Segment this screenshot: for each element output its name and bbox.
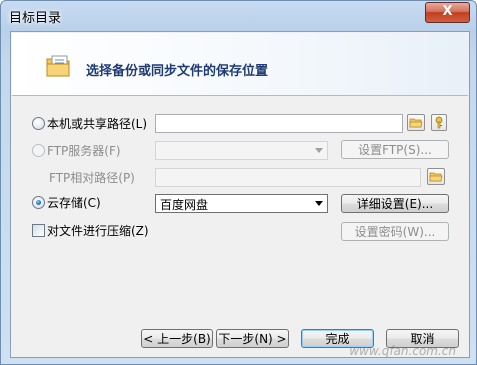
local-path-input[interactable]: [155, 114, 403, 133]
radio-selected-dot: [36, 200, 41, 205]
local-path-radio[interactable]: [32, 117, 45, 130]
key-icon: [435, 116, 443, 129]
folder-icon: [409, 118, 423, 128]
ftp-server-label[interactable]: FTP服务器(F): [47, 142, 121, 159]
ftp-server-combo[interactable]: [155, 141, 328, 160]
ftp-relative-path-label: FTP相对路径(P): [49, 171, 135, 185]
compress-label[interactable]: 对文件进行压缩(Z): [47, 222, 149, 239]
dialog-window: 目标目录 X 选择备份或同步文件的保存位置 本机或共享路径(L) FTP服务器(…: [0, 0, 477, 365]
set-password-button[interactable]: 设置密码(W)...: [341, 222, 449, 241]
cloud-provider-combo[interactable]: 百度网盘: [155, 194, 328, 213]
set-ftp-button[interactable]: 设置FTP(S)...: [341, 140, 449, 159]
ftp-relative-path-input[interactable]: [155, 168, 421, 187]
browse-ftp-folder-button[interactable]: [427, 168, 445, 185]
window-title: 目标目录: [9, 11, 62, 26]
cloud-provider-value: 百度网盘: [160, 198, 209, 212]
key-button[interactable]: [431, 114, 447, 131]
chevron-down-icon: [315, 201, 323, 206]
watermark: www.qfan.com.cn: [349, 344, 456, 358]
chevron-down-icon: [315, 148, 323, 153]
wizard-header: 选择备份或同步文件的保存位置: [12, 33, 468, 96]
dialog-client-area: 选择备份或同步文件的保存位置 本机或共享路径(L) FTP服务器(F) 设置FT…: [10, 31, 470, 358]
next-button[interactable]: 下一步(N) >: [216, 329, 289, 348]
detail-settings-button[interactable]: 详细设置(E)...: [341, 194, 449, 213]
back-button[interactable]: < 上一步(B): [141, 329, 213, 348]
local-path-label[interactable]: 本机或共享路径(L): [47, 115, 147, 132]
header-title: 选择备份或同步文件的保存位置: [86, 64, 269, 79]
cloud-storage-label[interactable]: 云存储(C): [47, 194, 101, 211]
folder-document-icon: [46, 55, 70, 77]
compress-checkbox[interactable]: [32, 224, 45, 237]
cloud-storage-radio[interactable]: [32, 196, 45, 209]
browse-folder-button[interactable]: [407, 114, 425, 131]
folder-icon: [429, 172, 443, 182]
ftp-server-radio[interactable]: [32, 144, 45, 157]
close-button[interactable]: X: [425, 2, 470, 23]
title-bar[interactable]: 目标目录 X: [1, 1, 476, 29]
